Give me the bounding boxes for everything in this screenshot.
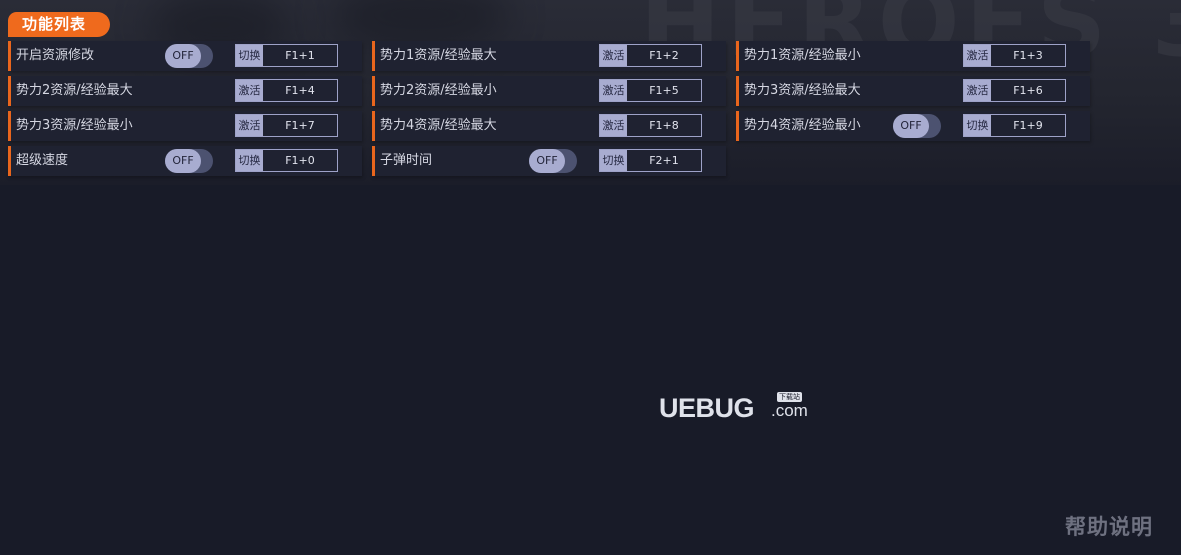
hotkey-box[interactable]: 激活 F1+7	[235, 114, 338, 137]
feature-row: 势力4资源/经验最大 激活 F1+8	[372, 111, 726, 141]
hotkey-action-label: 激活	[600, 115, 627, 136]
hotkey-action-label: 切换	[236, 150, 263, 171]
hotkey-action-label: 激活	[600, 45, 627, 66]
feature-row: 势力4资源/经验最小 OFF 切换 F1+9	[736, 111, 1090, 141]
hotkey-box[interactable]: 激活 F1+2	[599, 44, 702, 67]
feature-label: 势力3资源/经验最小	[16, 118, 133, 133]
help-link[interactable]: 帮助说明	[1065, 511, 1153, 541]
hotkey-action-label: 激活	[236, 115, 263, 136]
hotkey-action-label: 切换	[600, 150, 627, 171]
hotkey-action-label: 切换	[236, 45, 263, 66]
hotkey-combo: F1+6	[1013, 84, 1043, 97]
feature-toggle[interactable]: OFF	[893, 114, 941, 138]
toggle-state: OFF	[893, 114, 929, 138]
toggle-state: OFF	[165, 149, 201, 173]
hotkey-combo: F1+5	[649, 84, 679, 97]
toggle-state: OFF	[529, 149, 565, 173]
hotkey-box[interactable]: 切换 F1+0	[235, 149, 338, 172]
hotkey-combo: F1+2	[649, 49, 679, 62]
toggle-state: OFF	[165, 44, 201, 68]
hotkey-action-label: 切换	[964, 115, 991, 136]
hotkey-combo: F2+1	[649, 154, 679, 167]
hotkey-combo: F1+3	[1013, 49, 1043, 62]
feature-list-title: 功能列表	[8, 12, 110, 37]
hotkey-box[interactable]: 激活 F1+6	[963, 79, 1066, 102]
feature-row: 开启资源修改 OFF 切换 F1+1	[8, 41, 362, 71]
feature-row: 势力2资源/经验最小 激活 F1+5	[372, 76, 726, 106]
hotkey-combo: F1+1	[285, 49, 315, 62]
uebug-logo: UEBUG .com 下载站	[659, 392, 819, 423]
feature-toggle[interactable]: OFF	[165, 44, 213, 68]
feature-row: 势力1资源/经验最大 激活 F1+2	[372, 41, 726, 71]
logo-suffix: .com	[771, 401, 808, 420]
feature-label: 势力4资源/经验最大	[380, 118, 497, 133]
hotkey-box[interactable]: 激活 F1+4	[235, 79, 338, 102]
hotkey-box[interactable]: 切换 F1+1	[235, 44, 338, 67]
feature-toggle[interactable]: OFF	[529, 149, 577, 173]
hotkey-combo: F1+0	[285, 154, 315, 167]
feature-label: 势力1资源/经验最小	[744, 48, 861, 63]
feature-row: 超级速度 OFF 切换 F1+0	[8, 146, 362, 176]
feature-row: 势力2资源/经验最大 激活 F1+4	[8, 76, 362, 106]
feature-row: 子弹时间 OFF 切换 F2+1	[372, 146, 726, 176]
feature-label: 子弹时间	[380, 153, 433, 168]
hotkey-box[interactable]: 切换 F2+1	[599, 149, 702, 172]
feature-label: 势力2资源/经验最大	[16, 83, 133, 98]
feature-label: 开启资源修改	[16, 48, 95, 63]
hotkey-combo: F1+9	[1013, 119, 1043, 132]
hotkey-box[interactable]: 激活 F1+5	[599, 79, 702, 102]
feature-row: 势力3资源/经验最小 激活 F1+7	[8, 111, 362, 141]
hotkey-box[interactable]: 切换 F1+9	[963, 114, 1066, 137]
feature-label: 势力3资源/经验最大	[744, 83, 861, 98]
hotkey-action-label: 激活	[964, 45, 991, 66]
feature-label: 超级速度	[16, 153, 69, 168]
feature-label: 势力2资源/经验最小	[380, 83, 497, 98]
hotkey-action-label: 激活	[236, 80, 263, 101]
hotkey-action-label: 激活	[600, 80, 627, 101]
feature-label: 势力4资源/经验最小	[744, 118, 861, 133]
hotkey-combo: F1+7	[285, 119, 315, 132]
feature-row: 势力3资源/经验最大 激活 F1+6	[736, 76, 1090, 106]
hotkey-box[interactable]: 激活 F1+8	[599, 114, 702, 137]
hotkey-action-label: 激活	[964, 80, 991, 101]
hotkey-combo: F1+8	[649, 119, 679, 132]
hotkey-combo: F1+4	[285, 84, 315, 97]
logo-text: UEBUG	[659, 393, 755, 423]
feature-row: 势力1资源/经验最小 激活 F1+3	[736, 41, 1090, 71]
feature-label: 势力1资源/经验最大	[380, 48, 497, 63]
feature-toggle[interactable]: OFF	[165, 149, 213, 173]
logo-badge: 下载站	[777, 392, 802, 402]
hotkey-box[interactable]: 激活 F1+3	[963, 44, 1066, 67]
